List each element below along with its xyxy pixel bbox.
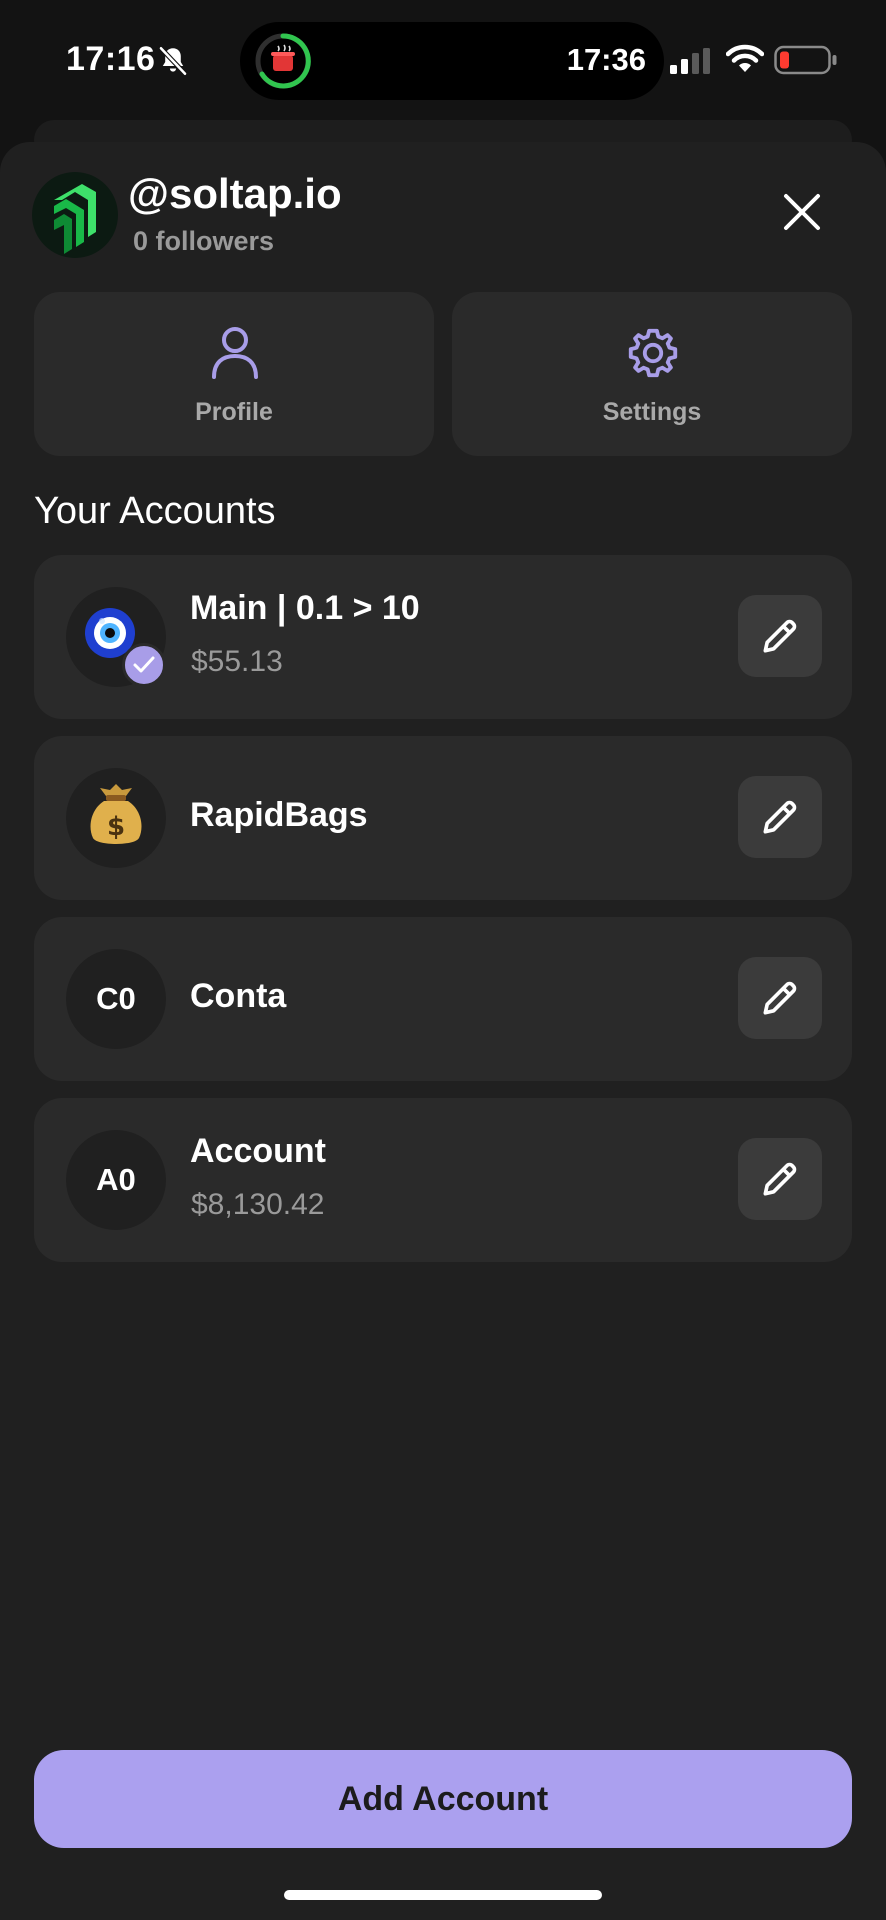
account-name: Main | 0.1 > 10 (190, 589, 420, 627)
profile-label: Profile (195, 398, 273, 426)
profile-button[interactable]: Profile (34, 292, 434, 456)
screen: 17:16 17:36 @soltap.io 0 followers Profi… (0, 0, 886, 1920)
dynamic-island: 17:36 (240, 22, 664, 100)
pencil-icon (763, 1162, 797, 1196)
edit-account-button[interactable] (738, 957, 822, 1039)
accounts-sheet: @soltap.io 0 followers Profile Settings … (0, 142, 886, 1920)
status-time: 17:16 (66, 40, 156, 78)
close-icon[interactable] (782, 192, 822, 232)
pencil-icon (763, 619, 797, 653)
account-item-conta[interactable]: C0 Conta (34, 917, 852, 1081)
accounts-section-title: Your Accounts (34, 490, 276, 532)
bell-slash-icon (159, 46, 187, 76)
account-item-account[interactable]: A0 Account $8,130.42 (34, 1098, 852, 1262)
account-avatar: A0 (66, 1130, 166, 1230)
person-icon (212, 327, 258, 379)
money-bag-icon: $ (90, 784, 142, 844)
home-indicator (284, 1890, 602, 1900)
soltap-logo (32, 172, 118, 258)
edit-account-button[interactable] (738, 595, 822, 677)
account-initials: C0 (96, 981, 136, 1016)
account-item-rapidbags[interactable]: $ RapidBags (34, 736, 852, 900)
edit-account-button[interactable] (738, 1138, 822, 1220)
add-account-label: Add Account (337, 1780, 549, 1818)
account-balance: $8,130.42 (191, 1188, 325, 1221)
account-item-main[interactable]: Main | 0.1 > 10 $55.13 (34, 555, 852, 719)
soltap-logo-icon (54, 184, 96, 254)
signal-icon (670, 48, 710, 74)
account-name: RapidBags (190, 796, 368, 834)
account-balance: $55.13 (191, 645, 283, 678)
selected-check-icon (122, 643, 166, 687)
wifi-icon (726, 44, 764, 72)
account-name: Conta (190, 977, 287, 1015)
settings-button[interactable]: Settings (452, 292, 852, 456)
profile-handle: @soltap.io (128, 170, 342, 217)
svg-text:$: $ (107, 812, 125, 842)
settings-label: Settings (602, 398, 702, 426)
account-avatar: C0 (66, 949, 166, 1049)
timer-ring-icon (255, 33, 311, 89)
gear-icon (628, 328, 678, 378)
battery-low-icon (774, 45, 837, 75)
edit-account-button[interactable] (738, 776, 822, 858)
followers-count: 0 followers (133, 226, 275, 256)
account-avatar: $ (66, 768, 166, 868)
account-initials: A0 (96, 1162, 136, 1197)
add-account-button[interactable]: Add Account (34, 1750, 852, 1848)
account-avatar (66, 587, 166, 687)
pencil-icon (763, 981, 797, 1015)
account-name: Account (190, 1132, 326, 1170)
pencil-icon (763, 800, 797, 834)
island-time: 17:36 (566, 42, 646, 77)
